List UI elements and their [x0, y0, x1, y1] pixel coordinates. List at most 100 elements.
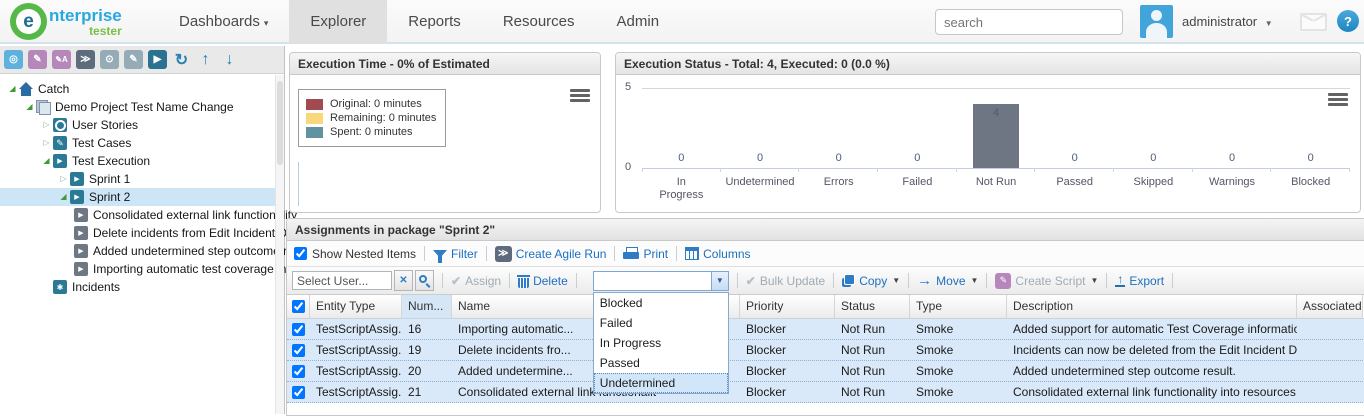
header-select-all-cell — [287, 295, 310, 318]
script-pencil-icon: ✎ — [995, 273, 1011, 289]
create-agile-run-button[interactable]: ≫Create Agile Run — [495, 246, 607, 262]
column-header-priority[interactable]: Priority — [740, 295, 835, 318]
move-down-icon[interactable]: ↓ — [220, 50, 239, 69]
assignments-table-body: TestScriptAssig...16Importing automatic.… — [287, 319, 1364, 403]
nav-tab-reports[interactable]: Reports — [387, 0, 482, 44]
tree-item-added-undetermined-step-outcom[interactable]: Added undetermined step outcome re — [0, 242, 284, 260]
row-checkbox[interactable] — [292, 386, 305, 399]
tree-item-importing-automatic-test-cover[interactable]: Importing automatic test coverage info — [0, 260, 284, 278]
column-header-description[interactable]: Description — [1007, 295, 1297, 318]
row-checkbox[interactable] — [292, 365, 305, 378]
table-row-1[interactable]: TestScriptAssig...19Delete incidents fro… — [287, 340, 1364, 361]
tree-item-catch[interactable]: ◢Catch — [0, 80, 284, 98]
nav-tab-admin[interactable]: Admin — [596, 0, 681, 44]
chart-menu-icon[interactable] — [1328, 93, 1348, 108]
tree-scrollbar-thumb[interactable] — [277, 81, 283, 165]
row-checkbox[interactable] — [292, 323, 305, 336]
snapshot-icon[interactable]: ⊙ — [100, 50, 119, 69]
x-axis-label: Not Run — [957, 176, 1036, 189]
clear-user-button[interactable]: ✕ — [394, 270, 413, 291]
tree-item-consolidated-external-link-fun[interactable]: Consolidated external link functionality — [0, 206, 284, 224]
tree-item-user-stories[interactable]: ▷User Stories — [0, 116, 284, 134]
select-user-input[interactable] — [292, 271, 392, 290]
column-header-type[interactable]: Type — [910, 295, 1007, 318]
assignments-table-header: Entity TypeNum...NameAssigned ToPriority… — [287, 295, 1364, 319]
filter-button[interactable]: Filter — [433, 247, 478, 261]
nav-tab-resources[interactable]: Resources — [482, 0, 596, 44]
delete-button[interactable]: Delete — [518, 273, 568, 288]
user-avatar[interactable] — [1140, 5, 1173, 38]
tree-item-incidents[interactable]: Incidents — [0, 278, 284, 296]
user-search-button[interactable] — [415, 270, 434, 291]
tree-item-delete-incidents-from-edit-inc[interactable]: Delete incidents from Edit Incident Dia — [0, 224, 284, 242]
script-icon — [74, 244, 88, 258]
tree-expanded-icon[interactable]: ◢ — [6, 80, 19, 98]
show-nested-label: Show Nested Items — [312, 247, 416, 261]
tree-item-sprint-2[interactable]: ◢ Sprint 2 — [0, 188, 284, 206]
move-button[interactable]: →Move▼ — [917, 274, 978, 288]
tree-item-test-execution[interactable]: ◢Test Execution — [0, 152, 284, 170]
help-icon[interactable]: ? — [1337, 10, 1359, 32]
column-header-num-[interactable]: Num... — [402, 295, 452, 318]
tree-item-demo-project-test-name-change[interactable]: ◢Demo Project Test Name Change — [0, 98, 284, 116]
sidebar-toolbar: ◎ ✎ ✎A ≫ ⊙ ✎ ▶ ↻ ↑ ↓ — [0, 46, 284, 74]
tree-collapsed-icon[interactable]: ▷ — [40, 134, 53, 152]
chart-column-passed: 0Passed — [1035, 88, 1114, 212]
bar-value-label: 0 — [1035, 152, 1114, 164]
bulk-update-button[interactable]: ✔Bulk Update — [746, 274, 825, 288]
export-button[interactable]: ↑Export — [1115, 274, 1164, 288]
dropdown-option-blocked[interactable]: Blocked — [594, 293, 728, 313]
run-icon[interactable]: ▶ — [148, 50, 167, 69]
refresh-icon[interactable]: ↻ — [172, 50, 191, 69]
table-row-0[interactable]: TestScriptAssig...16Importing automatic.… — [287, 319, 1364, 340]
search-input[interactable] — [935, 9, 1123, 35]
tree-expanded-icon[interactable]: ◢ — [40, 152, 53, 170]
nav-tab-explorer[interactable]: Explorer — [289, 0, 387, 44]
table-row-2[interactable]: TestScriptAssig...20Added undetermine...… — [287, 361, 1364, 382]
tree-expanded-icon[interactable]: ◢ — [23, 98, 36, 116]
print-button[interactable]: Print — [623, 247, 668, 261]
dropdown-option-failed[interactable]: Failed — [594, 313, 728, 333]
copy-button[interactable]: Copy▼ — [842, 274, 900, 288]
edit-icon[interactable]: ✎ — [28, 50, 47, 69]
nav-tab-dashboards[interactable]: Dashboards▾ — [158, 0, 289, 44]
row-checkbox[interactable] — [292, 344, 305, 357]
mail-icon[interactable] — [1300, 13, 1327, 31]
tree-scrollbar[interactable] — [275, 75, 284, 414]
x-axis-label: Undetermined — [721, 176, 800, 189]
row-checkbox-cell — [287, 361, 310, 381]
dropdown-option-in-progress[interactable]: In Progress — [594, 333, 728, 353]
legend-swatch — [306, 113, 323, 124]
show-nested-checkbox[interactable] — [294, 247, 307, 260]
cell-type: Smoke — [910, 361, 1007, 381]
dropdown-option-passed[interactable]: Passed — [594, 353, 728, 373]
compose-icon[interactable]: ✎ — [124, 50, 143, 69]
table-row-3[interactable]: TestScriptAssig...21Consolidated externa… — [287, 382, 1364, 403]
user-menu[interactable]: administrator ▼ — [1182, 14, 1273, 29]
columns-button[interactable]: Columns — [685, 247, 750, 261]
chevron-down-icon: ▼ — [892, 276, 900, 285]
tree-expanded-icon[interactable]: ◢ — [57, 188, 70, 206]
create-script-button[interactable]: ✎Create Script▼ — [995, 273, 1098, 289]
tree-item-label: Sprint 2 — [89, 190, 130, 204]
status-combo-input[interactable] — [593, 271, 711, 291]
column-header-status[interactable]: Status — [835, 295, 910, 318]
combo-dropdown-button[interactable]: ▼ — [711, 271, 729, 291]
fast-forward-icon[interactable]: ≫ — [76, 50, 95, 69]
scope-icon[interactable]: ◎ — [4, 50, 23, 69]
tree-item-test-cases[interactable]: ▷Test Cases — [0, 134, 284, 152]
chart-menu-icon[interactable] — [570, 89, 590, 104]
tree-collapsed-icon[interactable]: ▷ — [57, 170, 70, 188]
tree-item-sprint-1[interactable]: ▷Sprint 1 — [0, 170, 284, 188]
column-header-associated[interactable]: Associated — [1297, 295, 1363, 318]
rename-icon[interactable]: ✎A — [52, 50, 71, 69]
move-up-icon[interactable]: ↑ — [196, 50, 215, 69]
dropdown-option-undetermined[interactable]: Undetermined — [594, 373, 728, 393]
select-all-checkbox[interactable] — [292, 300, 305, 313]
assign-button[interactable]: ✔Assign — [451, 274, 501, 288]
tree-collapsed-icon[interactable]: ▷ — [40, 116, 53, 134]
chart-column-failed: 0Failed — [878, 88, 957, 212]
execution-status-plot: 0In Progress0Undetermined0Errors0Failed4… — [642, 88, 1350, 212]
y-axis-tick-min: 0 — [625, 161, 631, 173]
column-header-entity-type[interactable]: Entity Type — [310, 295, 402, 318]
